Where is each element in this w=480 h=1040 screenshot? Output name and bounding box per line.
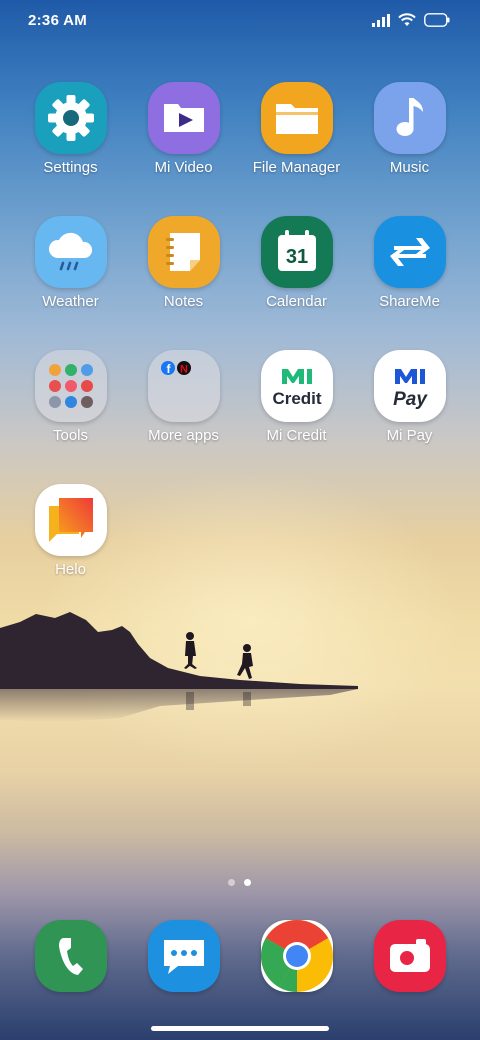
phone-icon [59,938,83,975]
dock-chrome[interactable] [261,920,333,992]
calendar-date-text: 31 [286,246,308,268]
battery-icon [424,13,450,27]
app-label: Notes [163,293,204,310]
app-label: Tools [52,427,89,444]
app-helo[interactable]: Helo [14,484,127,594]
home-indicator[interactable] [151,1026,329,1031]
chrome-icon [261,920,333,992]
dock-camera[interactable] [374,920,446,992]
calendar-icon: 31 [261,216,333,288]
status-time: 2:36 AM [28,12,88,29]
home-screen: 2:36 AM Settings Mi Video File Manager M… [0,0,480,1040]
mi-credit-icon-text: Credit [272,389,321,408]
app-label: Settings [43,159,98,176]
gear-icon [35,82,107,154]
notes-icon [148,216,220,288]
folder-more-apps[interactable]: f N More apps [127,350,240,460]
app-label: Music [389,159,430,176]
transfer-arrows-icon [374,216,446,288]
page-indicator [228,879,254,887]
folder-tools[interactable]: Tools [14,350,127,460]
app-label: More apps [148,427,219,444]
folder-tools-icon [35,350,107,422]
dock-messages[interactable] [148,920,220,992]
app-weather[interactable]: Weather [14,216,127,326]
mi-credit-icon: Credit [261,350,333,422]
app-label: Helo [55,561,86,578]
app-label: File Manager [252,159,341,176]
folder-more-apps-icon: f N [148,350,220,422]
status-bar: 2:36 AM [0,0,480,44]
app-label: Mi Pay [386,427,433,444]
page-dot-1[interactable] [228,879,235,886]
app-file-manager[interactable]: File Manager [240,82,353,192]
app-mi-video[interactable]: Mi Video [127,82,240,192]
app-shareme[interactable]: ShareMe [353,216,466,326]
app-music[interactable]: Music [353,82,466,192]
app-label: Mi Credit [266,427,327,444]
mi-pay-icon: Pay [374,350,446,422]
app-label: Calendar [266,293,327,310]
rain-cloud-icon [35,216,107,288]
camera-icon [390,939,430,972]
app-settings[interactable]: Settings [14,82,127,192]
mi-pay-icon-text: Pay [393,389,428,410]
app-mi-credit[interactable]: Credit Mi Credit [240,350,353,460]
app-label: Weather [42,293,99,310]
wifi-icon [398,13,416,26]
app-mi-pay[interactable]: Pay Mi Pay [353,350,466,460]
app-calendar[interactable]: 31 Calendar [240,216,353,326]
wallpaper-scene [0,612,358,722]
helo-icon [35,484,107,556]
app-notes[interactable]: Notes [127,216,240,326]
mi-video-icon [148,82,220,154]
music-note-icon [374,82,446,154]
status-icons [372,13,450,27]
app-label: Mi Video [154,159,213,176]
messages-icon [164,940,204,974]
folder-icon [261,82,333,154]
signal-icon [372,13,390,27]
page-dot-2-active[interactable] [244,879,251,886]
app-label: ShareMe [379,293,440,310]
dock-phone[interactable] [35,920,107,992]
svg-text:N: N [180,364,188,376]
